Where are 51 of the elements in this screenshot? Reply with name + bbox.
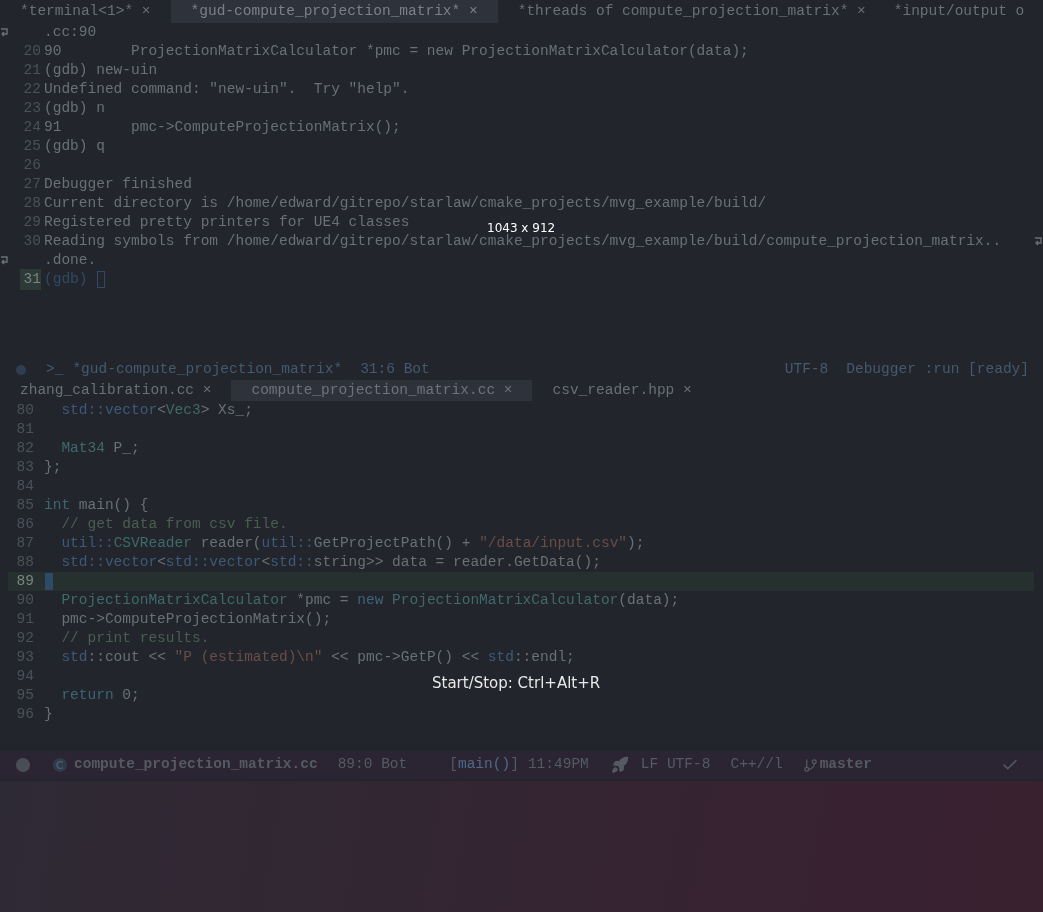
code-line: // get data from csv file. (60, 514, 288, 534)
terminal-line: .done. (44, 250, 97, 270)
terminal-line: (gdb) n (44, 98, 105, 118)
recorder-hint: Start/Stop: Ctrl+Alt+R (432, 673, 601, 694)
terminal-line: (gdb) (44, 269, 88, 289)
terminal-line: Current directory is /home/edward/gitrepo/starlaw/cmake_projects/mvg_example/build/ (44, 193, 767, 213)
wrap-arrow-icon (1034, 236, 1042, 247)
terminal-line: 90 ProjectionMatrixCalculator *pmc = new ProjectionMatrixCalculator(data); (44, 41, 749, 61)
code-line: Mat34 P_; (60, 438, 140, 458)
buffer-tab[interactable]: *threads of compute_projection_matrix* × (509, 0, 874, 23)
code-line: std::vector<std::vector<std::string>> data = reader.GetData(); (60, 552, 601, 572)
buffer-tab[interactable]: *input/output o (885, 0, 1033, 23)
file-tab[interactable]: zhang_calibration.cc × (12, 380, 220, 401)
buffer-name: *gud-compute_projection_matrix* (72, 360, 343, 380)
major-mode-label: Debugger :run [ready] (846, 360, 1029, 380)
code-line: std::vector<Vec3> Xs_; (60, 400, 253, 420)
terminal-line: Debugger finished (44, 174, 192, 194)
terminal-line: Undefined command: "new-uin". Try "help". (44, 79, 410, 99)
terminal-line: Reading symbols from /home/edward/gitrepo/starlaw/cmake_projects/mvg_example/build/compute_projection_matrix.. (44, 232, 1002, 251)
function-indicator: [main()] (449, 755, 519, 775)
text-cursor (96, 271, 105, 288)
code-line: } (44, 704, 53, 724)
code-line: util::CSVReader reader(util::GetProjectPath() + "/data/input.csv"); (60, 533, 645, 553)
code-line: int main() { (44, 495, 149, 515)
code-line: std::cout << "P (estimated)\n" << pmc->GetP() << std::endl; (60, 647, 575, 667)
rocket-icon (610, 756, 629, 774)
file-tab[interactable]: csv_reader.hpp × (544, 380, 700, 401)
terminal-line: .cc:90 (44, 22, 97, 42)
terminal-line: Registered pretty printers for UE4 classes (44, 212, 410, 232)
text-cursor (45, 573, 53, 590)
cursor-position: 31:6 Bot (360, 360, 430, 380)
encoding-label: UTF-8 (784, 360, 829, 380)
terminal-line: 91 pmc->ComputeProjectionMatrix(); (44, 117, 401, 137)
buffer-tab[interactable]: *gud-compute_projection_matrix* × (170, 0, 498, 23)
buffer-tab[interactable]: *terminal<1>* × (12, 0, 159, 23)
line-number: 31 (20, 268, 41, 291)
line-number: 89 (15, 571, 34, 591)
terminal-line: (gdb) new-uin (44, 60, 158, 80)
file-tab[interactable]: compute_projection_matrix.cc × (231, 380, 533, 401)
code-line: ProjectionMatrixCalculator *pmc = new ProjectionMatrixCalculator(data); (60, 590, 680, 610)
terminal-line: (gdb) q (44, 136, 105, 156)
terminal-prompt-glyph: >_ (46, 360, 64, 380)
code-line: // print results. (60, 628, 210, 648)
git-branch-icon (802, 757, 818, 773)
c-language-icon (52, 757, 68, 773)
wrap-arrow-icon (0, 27, 8, 38)
code-line: }; (44, 457, 62, 477)
code-line: return 0; (60, 685, 140, 705)
wrap-arrow-icon (0, 255, 8, 266)
code-line: pmc->ComputeProjectionMatrix(); (60, 609, 332, 629)
recorder-size-label: 1043 x 912 (487, 220, 556, 235)
